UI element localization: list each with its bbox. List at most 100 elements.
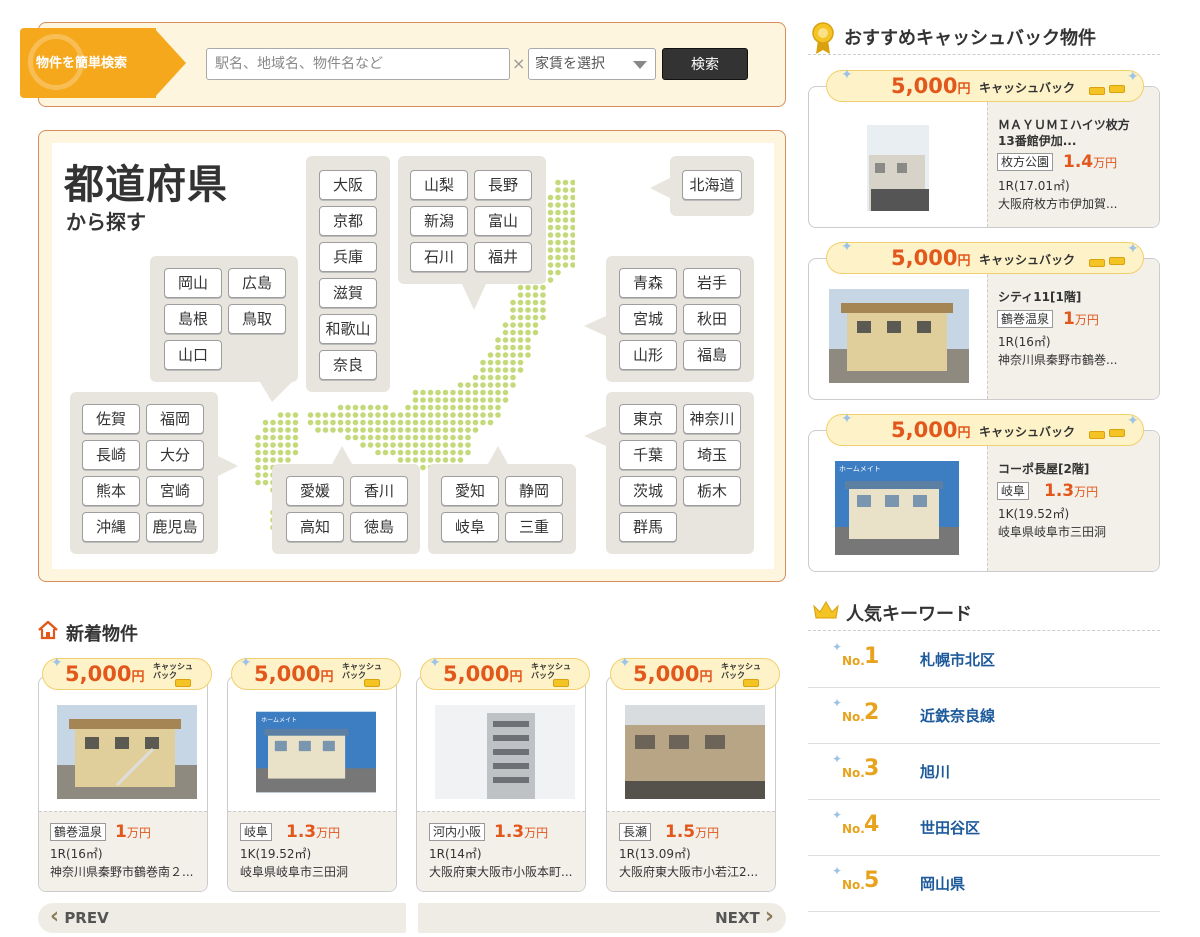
pref-kochi[interactable]: 高知 [286,512,344,542]
map-dot [525,307,531,313]
pref-tokushima[interactable]: 徳島 [350,512,408,542]
pref-hokkaido[interactable]: 北海道 [682,170,742,200]
pref-toyama[interactable]: 富山 [474,206,532,236]
popular-keywords-heading: 人気キーワード [846,604,972,625]
map-dot [315,412,321,418]
pref-akita[interactable]: 秋田 [683,304,741,334]
keyword-row[interactable]: ✦ No. 4 世田谷区 [808,800,1160,856]
clear-icon[interactable]: × [512,54,525,73]
keyword-row[interactable]: ✦ No. 3 旭川 [808,744,1160,800]
pref-tottori[interactable]: 鳥取 [228,304,286,334]
pref-miyazaki[interactable]: 宮崎 [146,476,204,506]
pref-shiga[interactable]: 滋賀 [319,278,377,308]
pref-kanagawa[interactable]: 神奈川 [683,404,741,434]
pref-saitama[interactable]: 埼玉 [683,440,741,470]
map-dot [502,367,509,373]
keyword-link[interactable]: 岡山県 [920,873,965,894]
keyword-link[interactable]: 近鉄奈良線 [920,705,995,726]
search-input[interactable]: 駅名、地域名、物件名など [206,48,510,80]
pref-tochigi[interactable]: 栃木 [683,476,741,506]
map-dot [405,434,411,441]
pref-osaka[interactable]: 大阪 [319,170,377,200]
keyword-row[interactable]: ✦ No. 5 岡山県 [808,856,1160,912]
pref-kyoto[interactable]: 京都 [319,206,377,236]
pref-fukushima[interactable]: 福島 [683,340,741,370]
map-dot [412,442,419,448]
map-dot [420,412,426,418]
pref-chiba[interactable]: 千葉 [619,440,677,470]
keyword-link[interactable]: 世田谷区 [920,817,980,838]
address: 岐阜県岐阜市三田洞 [240,865,349,879]
map-dot [367,442,374,448]
map-dot [555,239,561,246]
map-dot [570,209,575,216]
map-dot [337,427,344,433]
map-dot [547,217,554,223]
pref-yamagata[interactable]: 山形 [619,340,677,370]
prev-button[interactable]: ‹ PREV [38,903,406,933]
pref-ehime[interactable]: 愛媛 [286,476,344,506]
pref-hiroshima[interactable]: 広島 [228,268,286,298]
map-dot [457,442,464,448]
pref-wakayama[interactable]: 和歌山 [319,314,377,344]
map-dot [562,254,569,261]
next-button[interactable]: NEXT › [418,903,786,933]
pref-saga[interactable]: 佐賀 [82,404,140,434]
pref-kagawa[interactable]: 香川 [350,476,408,506]
keyword-row[interactable]: ✦ No. 2 近鉄奈良線 [808,688,1160,744]
pref-oita[interactable]: 大分 [146,440,204,470]
recommended-card[interactable] [808,258,1160,400]
keyword-link[interactable]: 札幌市北区 [920,649,995,670]
map-dot [540,314,546,321]
map-dot [382,404,389,411]
pref-okayama[interactable]: 岡山 [164,268,222,298]
map-dot [517,314,524,321]
pref-miyagi[interactable]: 宮城 [619,304,677,334]
pref-fukuoka[interactable]: 福岡 [146,404,204,434]
pref-yamanashi[interactable]: 山梨 [410,170,468,200]
pref-kagoshima[interactable]: 鹿児島 [146,512,204,542]
search-button[interactable]: 検索 [662,48,748,80]
map-dot [442,434,449,441]
map-dot [360,404,366,411]
pref-niigata[interactable]: 新潟 [410,206,468,236]
keyword-row[interactable]: ✦ No. 1 札幌市北区 [808,632,1160,688]
map-dot [547,254,554,261]
map-dot [412,449,419,456]
pref-shimane[interactable]: 島根 [164,304,222,334]
pref-ibaraki[interactable]: 茨城 [619,476,677,506]
pref-okinawa[interactable]: 沖縄 [82,512,140,542]
pref-mie[interactable]: 三重 [505,512,563,542]
quick-search-tag: 物件を簡単検索 [20,28,186,98]
pref-gunma[interactable]: 群馬 [619,512,677,542]
pref-nagano[interactable]: 長野 [474,170,532,200]
map-dot [510,337,516,343]
pref-nara[interactable]: 奈良 [319,350,377,380]
pref-shizuoka[interactable]: 静岡 [505,476,563,506]
pref-ishikawa[interactable]: 石川 [410,242,468,272]
map-dot [420,442,426,448]
pref-iwate[interactable]: 岩手 [683,268,741,298]
pref-aomori[interactable]: 青森 [619,268,677,298]
keyword-link[interactable]: 旭川 [920,761,950,782]
pref-kumamoto[interactable]: 熊本 [82,476,140,506]
chevron-right-icon: › [764,904,774,929]
map-dot [465,404,471,411]
map-dot [397,449,404,456]
sparkle-icon: ✦ [841,67,853,83]
map-dot [532,322,539,328]
pref-aichi[interactable]: 愛知 [441,476,499,506]
pref-tokyo[interactable]: 東京 [619,404,677,434]
pref-yamaguchi[interactable]: 山口 [164,340,222,370]
map-dot [262,442,269,448]
rent-select[interactable]: 家賃を選択 [528,48,656,80]
pref-fukui[interactable]: 福井 [474,242,532,272]
pref-nagasaki[interactable]: 長崎 [82,440,140,470]
pref-hyogo[interactable]: 兵庫 [319,242,377,272]
map-dot [390,427,396,433]
recommended-card[interactable]: ホームメイト [808,430,1160,572]
map-dot [555,194,561,201]
price: 1.5万円 [665,822,720,842]
caret-down-icon [633,61,647,69]
pref-gifu[interactable]: 岐阜 [441,512,499,542]
